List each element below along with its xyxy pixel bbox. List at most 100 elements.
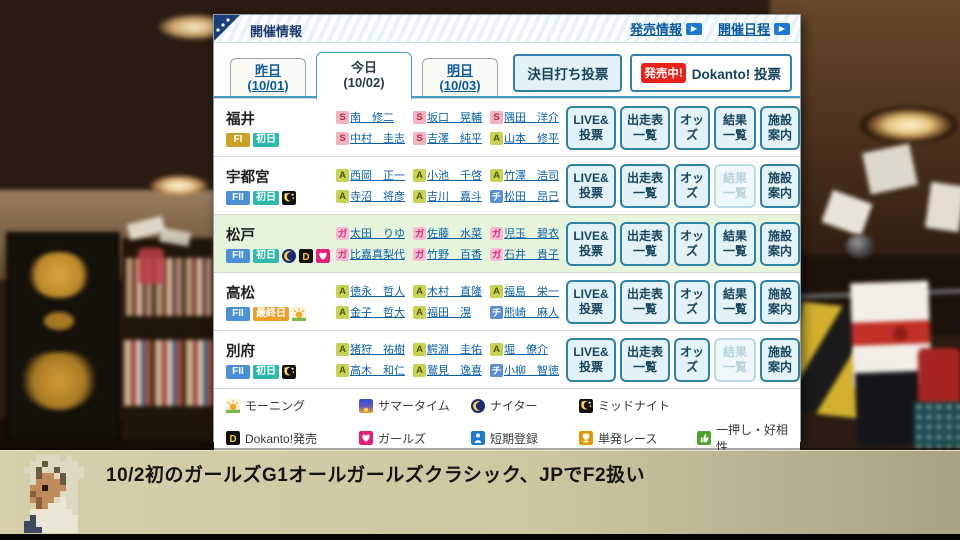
day-badge: 初日 [253, 249, 279, 263]
racer-link[interactable]: 熊崎 麻人 [504, 304, 559, 320]
race-card-list-button[interactable]: 出走表 一覧 [620, 279, 670, 324]
venue-badges: FII 最終日 [226, 307, 336, 321]
racer-link[interactable]: 木村 直隆 [427, 283, 482, 299]
racer-link[interactable]: 中村 圭志 [350, 130, 405, 146]
live-vote-button[interactable]: LIVE& 投票 [566, 221, 616, 266]
venue-actions: LIVE& 投票 出走表 一覧 オッズ 結果 一覧 施設 案内 [566, 221, 800, 266]
class-badge: S [413, 131, 426, 145]
results-list-button[interactable]: 結果 一覧 [714, 105, 756, 150]
racer-link[interactable]: 寺沼 将彦 [350, 188, 405, 204]
racer-link[interactable]: 鰐淵 圭佑 [427, 341, 482, 357]
racer-link[interactable]: 佐藤 水菜 [427, 225, 482, 241]
kimeuchi-vote-button[interactable]: 決目打ち投票 [513, 54, 623, 92]
racer-link[interactable]: 高木 和仁 [350, 362, 405, 378]
racer-link[interactable]: 金子 哲大 [350, 304, 405, 320]
racer-link[interactable]: 福島 栄一 [504, 283, 559, 299]
class-badge: ガ [336, 247, 349, 261]
racer-link[interactable]: 山本 修平 [504, 130, 559, 146]
venue-name: 宇都宮 [226, 170, 270, 186]
racer-link[interactable]: 隅田 洋介 [504, 109, 559, 125]
hanging-paper [924, 181, 960, 233]
dokanto-icon: D [299, 249, 313, 263]
svg-text:D: D [303, 252, 310, 263]
racer-link[interactable]: 竹澤 浩司 [504, 167, 559, 183]
legend-item: ガールズ [359, 430, 471, 447]
racer-link[interactable]: 吉川 嘉斗 [427, 188, 482, 204]
racer-link[interactable]: 堀 僚介 [504, 341, 548, 357]
class-badge: S [336, 131, 349, 145]
dokanto-vote-button[interactable]: 発売中! Dokanto! 投票 [630, 54, 792, 92]
facility-info-button[interactable]: 施設 案内 [760, 163, 800, 208]
racer-link[interactable]: 竹野 百香 [427, 246, 482, 262]
tab-date: (10/03) [439, 77, 481, 93]
venue-name: 別府 [226, 344, 255, 360]
racer-link[interactable]: 吉澤 純平 [427, 130, 482, 146]
live-vote-button[interactable]: LIVE& 投票 [566, 279, 616, 324]
odds-button[interactable]: オッズ [674, 105, 710, 150]
legend-item: ナイター [471, 397, 579, 414]
venue-actions: LIVE& 投票 出走表 一覧 オッズ 結果 一覧 施設 案内 [566, 163, 800, 208]
racer-link[interactable]: 小池 千啓 [427, 167, 482, 183]
racer-link[interactable]: 西岡 正一 [350, 167, 405, 183]
racer-link[interactable]: 坂口 晃輔 [427, 109, 482, 125]
racer-link[interactable]: 石井 貴子 [504, 246, 559, 262]
results-list-button[interactable]: 結果 一覧 [714, 279, 756, 324]
live-vote-button[interactable]: LIVE& 投票 [566, 163, 616, 208]
legend-item: D Dokanto!発売 [226, 430, 359, 447]
racer-link[interactable]: 松田 昂己 [504, 188, 559, 204]
legend-label: 短期登録 [490, 431, 539, 446]
racer-grid: S南 修二 S 坂口 晃輔 S 隅田 洋介 S 中村 圭志 S 吉澤 純平 A 山本 修平 [336, 109, 566, 146]
odds-button[interactable]: オッズ [674, 163, 710, 208]
racer-link[interactable]: 小柳 智徳 [504, 362, 559, 378]
sales-info-link[interactable]: 発売情報 ▶ [630, 19, 702, 38]
class-badge: S [413, 110, 426, 124]
racer-link[interactable]: 南 修二 [350, 109, 394, 125]
tab-label: 今日 [350, 59, 377, 75]
venue-badges: FII 初日 D [226, 249, 336, 263]
racer-link[interactable]: 鷲見 逸喜 [427, 362, 482, 378]
race-card-list-button[interactable]: 出走表 一覧 [620, 221, 670, 266]
racer-link[interactable]: 太田 りゆ [350, 225, 405, 241]
race-card-list-button[interactable]: 出走表 一覧 [620, 105, 670, 150]
racer-link[interactable]: 福田 滉 [427, 304, 471, 320]
poster-art [28, 252, 90, 298]
ceiling-light [150, 175, 208, 197]
schedule-link[interactable]: 開催日程 ▶ [718, 19, 790, 38]
legend-label: サマータイム [378, 399, 450, 413]
facility-info-button[interactable]: 施設 案内 [760, 337, 800, 382]
racer: A 福島 栄一 [490, 283, 567, 299]
poster-art [22, 352, 96, 410]
racer: A 小池 千啓 [413, 167, 490, 183]
legend-label: Dokanto!発売 [245, 431, 318, 446]
tab-yesterday[interactable]: 昨日 (10/01) [230, 58, 306, 98]
racer-link[interactable]: 猪狩 祐樹 [350, 341, 405, 357]
legend-label: モーニング [245, 399, 306, 413]
class-badge: A [336, 168, 349, 182]
live-vote-button[interactable]: LIVE& 投票 [566, 105, 616, 150]
facility-info-button[interactable]: 施設 案内 [760, 279, 800, 324]
tab-today[interactable]: 今日 (10/02) [316, 52, 412, 100]
racer-link[interactable]: 徳永 哲人 [350, 283, 405, 299]
tanki-icon [471, 431, 485, 445]
racer: A 寺沼 将彦 [336, 188, 413, 204]
racer-link[interactable]: 比嘉真梨代 [350, 246, 405, 262]
legend-item: 短期登録 [471, 430, 579, 447]
racer: ガ比嘉真梨代 [336, 246, 413, 262]
tab-tomorrow[interactable]: 明日 (10/03) [422, 58, 498, 98]
results-list-button[interactable]: 結果 一覧 [714, 221, 756, 266]
tab-label: 明日 [446, 62, 473, 78]
facility-info-button[interactable]: 施設 案内 [760, 221, 800, 266]
class-badge: A [490, 168, 503, 182]
odds-button[interactable]: オッズ [674, 279, 710, 324]
live-vote-button[interactable]: LIVE& 投票 [566, 337, 616, 382]
bottom-black-bar [0, 534, 960, 540]
venue-row: 松戸 FII 初日 D ガ太田 りゆガ佐藤 水菜ガ児玉 碧衣ガ比嘉真梨代ガ竹野 百香ガ石… [214, 214, 800, 272]
legend-label: 単発レース [598, 431, 658, 446]
facility-info-button[interactable]: 施設 案内 [760, 105, 800, 150]
race-card-list-button[interactable]: 出走表 一覧 [620, 163, 670, 208]
odds-button[interactable]: オッズ [674, 337, 710, 382]
racer-link[interactable]: 児玉 碧衣 [504, 225, 559, 241]
odds-button[interactable]: オッズ [674, 221, 710, 266]
tab-date: (10/02) [343, 74, 385, 90]
race-card-list-button[interactable]: 出走表 一覧 [620, 337, 670, 382]
